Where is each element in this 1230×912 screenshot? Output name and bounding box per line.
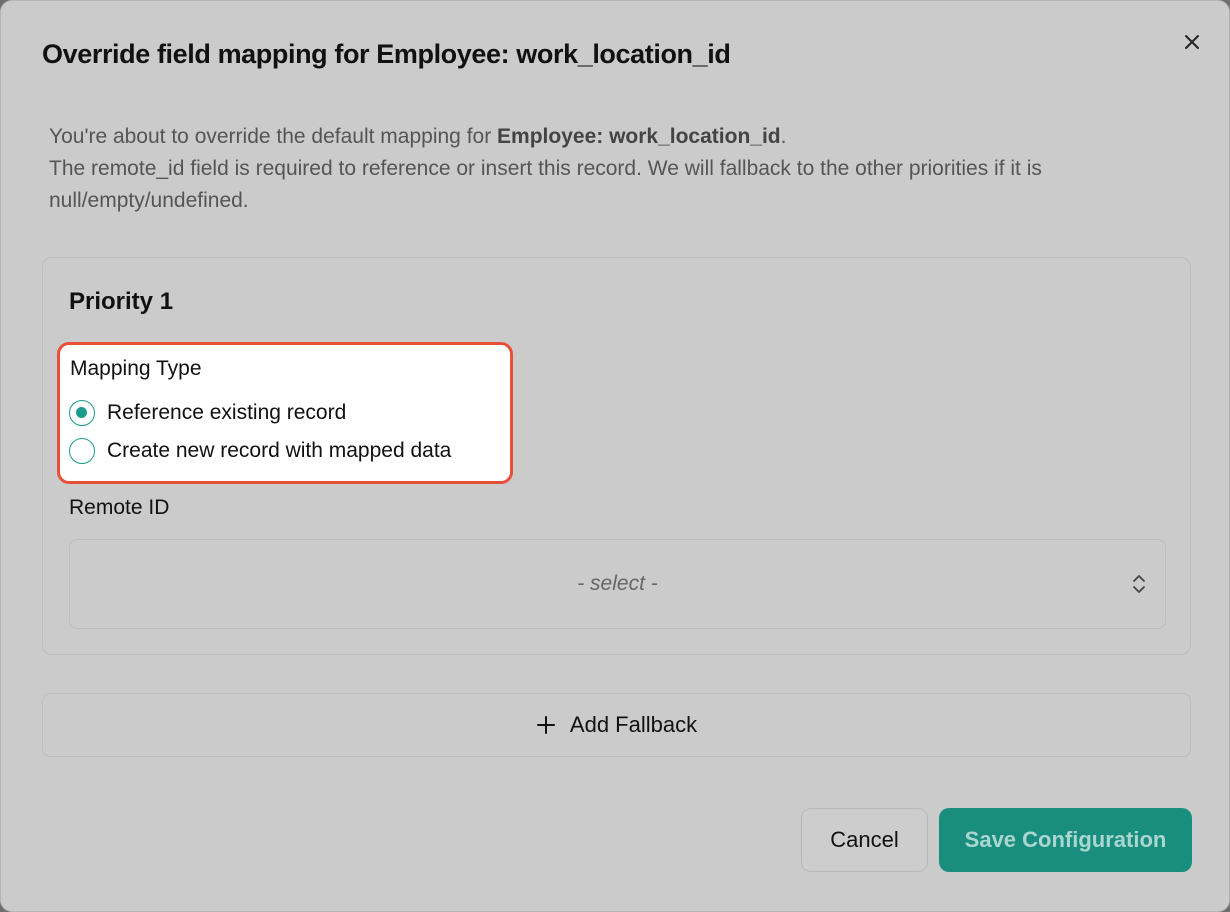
- close-icon: [1179, 29, 1205, 55]
- remote-id-select[interactable]: - select -: [69, 539, 1166, 629]
- close-button[interactable]: [1179, 29, 1205, 55]
- plus-icon: [536, 715, 556, 735]
- radio-label: Create new record with mapped data: [107, 439, 452, 462]
- priority-title: Priority 1: [69, 288, 174, 315]
- description-line1-prefix: You're about to override the default map…: [49, 125, 498, 148]
- cancel-button[interactable]: Cancel: [801, 808, 928, 872]
- radio-button[interactable]: [69, 438, 95, 464]
- add-fallback-button[interactable]: Add Fallback: [42, 693, 1191, 757]
- mapping-type-group: Mapping Type Reference existing record C…: [57, 342, 513, 484]
- save-configuration-button[interactable]: Save Configuration: [939, 808, 1192, 872]
- description-line2: The remote_id field is required to refer…: [49, 157, 1042, 212]
- radio-button-checked[interactable]: [69, 400, 95, 426]
- chevron-up-down-icon: [1131, 572, 1147, 596]
- override-mapping-dialog: Override field mapping for Employee: wor…: [0, 0, 1230, 912]
- radio-label: Reference existing record: [107, 401, 347, 424]
- radio-create-new[interactable]: Create new record with mapped data: [69, 438, 451, 464]
- dialog-description: You're about to override the default map…: [49, 121, 1199, 217]
- description-field-name: Employee: work_location_id: [497, 125, 781, 148]
- dialog-title: Override field mapping for Employee: wor…: [42, 39, 731, 69]
- add-fallback-label: Add Fallback: [569, 712, 698, 737]
- priority-card: Priority 1 Mapping Type Reference existi…: [42, 257, 1191, 655]
- radio-reference-existing[interactable]: Reference existing record: [69, 400, 346, 426]
- select-value: - select -: [577, 572, 658, 595]
- description-line1-suffix: .: [780, 125, 787, 148]
- remote-id-label: Remote ID: [69, 496, 170, 519]
- mapping-type-label: Mapping Type: [70, 357, 202, 380]
